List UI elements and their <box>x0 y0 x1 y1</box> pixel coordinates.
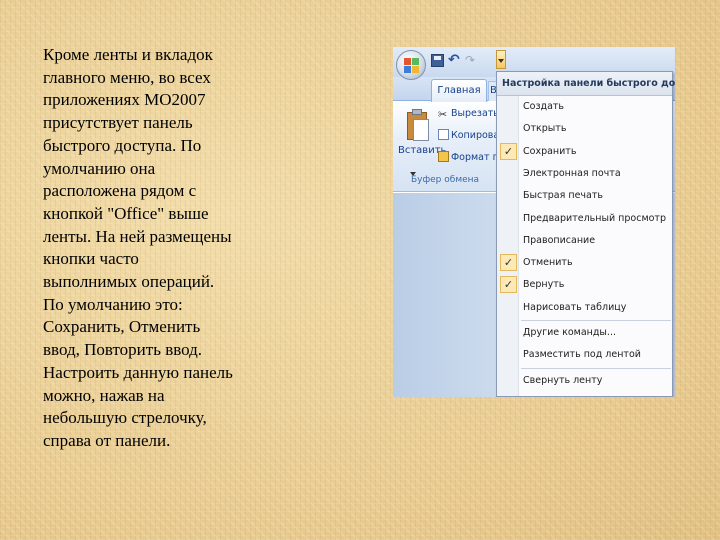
clipboard-group-label: Буфер обмена <box>410 175 480 185</box>
menu-item[interactable]: Открыть <box>497 118 672 140</box>
scissors-icon: ✂ <box>438 108 448 121</box>
menu-item-label: Сохранить <box>523 145 577 157</box>
tab-home[interactable]: Главная <box>431 79 487 102</box>
menu-item-label: Открыть <box>523 123 567 135</box>
office-logo-icon <box>404 58 419 73</box>
menu-item[interactable]: Создать <box>497 96 672 118</box>
menu-item-label: Правописание <box>523 234 596 246</box>
cut-label: Вырезать <box>451 108 499 119</box>
menu-item[interactable]: Свернуть ленту <box>497 370 672 392</box>
menu-item-label: Предварительный просмотр <box>523 212 666 224</box>
menu-item-label: Отменить <box>523 257 573 269</box>
slide-body-text: Кроме ленты и вкладок главного меню, во … <box>43 45 233 450</box>
menu-item-label: Создать <box>523 101 565 112</box>
menu-item-label: Нарисовать таблицу <box>523 301 627 313</box>
menu-item-label: Быстрая печать <box>523 190 603 202</box>
menu-item[interactable]: Нарисовать таблицу <box>497 297 672 319</box>
menu-item[interactable]: Электронная почта <box>497 163 672 185</box>
format-painter-button[interactable]: Формат по <box>438 151 505 165</box>
menu-item-label: Электронная почта <box>523 167 621 179</box>
menu-separator <box>521 320 671 321</box>
copy-icon <box>438 129 449 140</box>
format-painter-icon <box>438 151 449 162</box>
paste-button-label[interactable]: Вставить <box>398 145 446 157</box>
menu-item-label: Свернуть ленту <box>523 374 603 386</box>
clipboard-icon[interactable] <box>407 109 431 143</box>
cut-button[interactable]: ✂ Вырезать <box>438 107 499 121</box>
menu-item[interactable]: ✓ Отменить <box>497 252 672 274</box>
save-icon[interactable] <box>431 54 444 67</box>
redo-icon[interactable]: ↷ <box>465 54 478 67</box>
office-button[interactable] <box>396 50 426 80</box>
checkmark-icon: ✓ <box>500 142 517 160</box>
customize-qat-button[interactable] <box>496 50 506 69</box>
menu-item[interactable]: Правописание <box>497 230 672 252</box>
menu-item[interactable]: ✓ Сохранить <box>497 141 672 163</box>
qat-customize-menu: Настройка панели быстрого доступа Создат… <box>496 71 675 397</box>
menu-item[interactable]: Предварительный просмотр <box>497 208 672 230</box>
menu-separator <box>521 367 671 369</box>
menu-item-label: Другие команды... <box>523 327 616 338</box>
menu-item[interactable]: Разместить под лентой <box>497 344 672 366</box>
menu-item-label: Вернуть <box>523 279 565 291</box>
checkmark-icon: ✓ <box>500 276 517 294</box>
menu-item[interactable]: ✓ Вернуть <box>497 274 672 296</box>
undo-icon[interactable]: ↶ <box>448 53 461 67</box>
menu-header: Настройка панели быстрого доступа <box>497 72 675 96</box>
menu-item-label: Разместить под лентой <box>523 349 641 361</box>
menu-item[interactable]: Другие команды... <box>497 322 672 344</box>
menu-item[interactable]: Быстрая печать <box>497 185 672 207</box>
word-2007-screenshot: ↶ ↷ Главная В Вставить ✂ Вырезать Копиров… <box>393 47 675 397</box>
checkmark-icon: ✓ <box>500 254 517 272</box>
